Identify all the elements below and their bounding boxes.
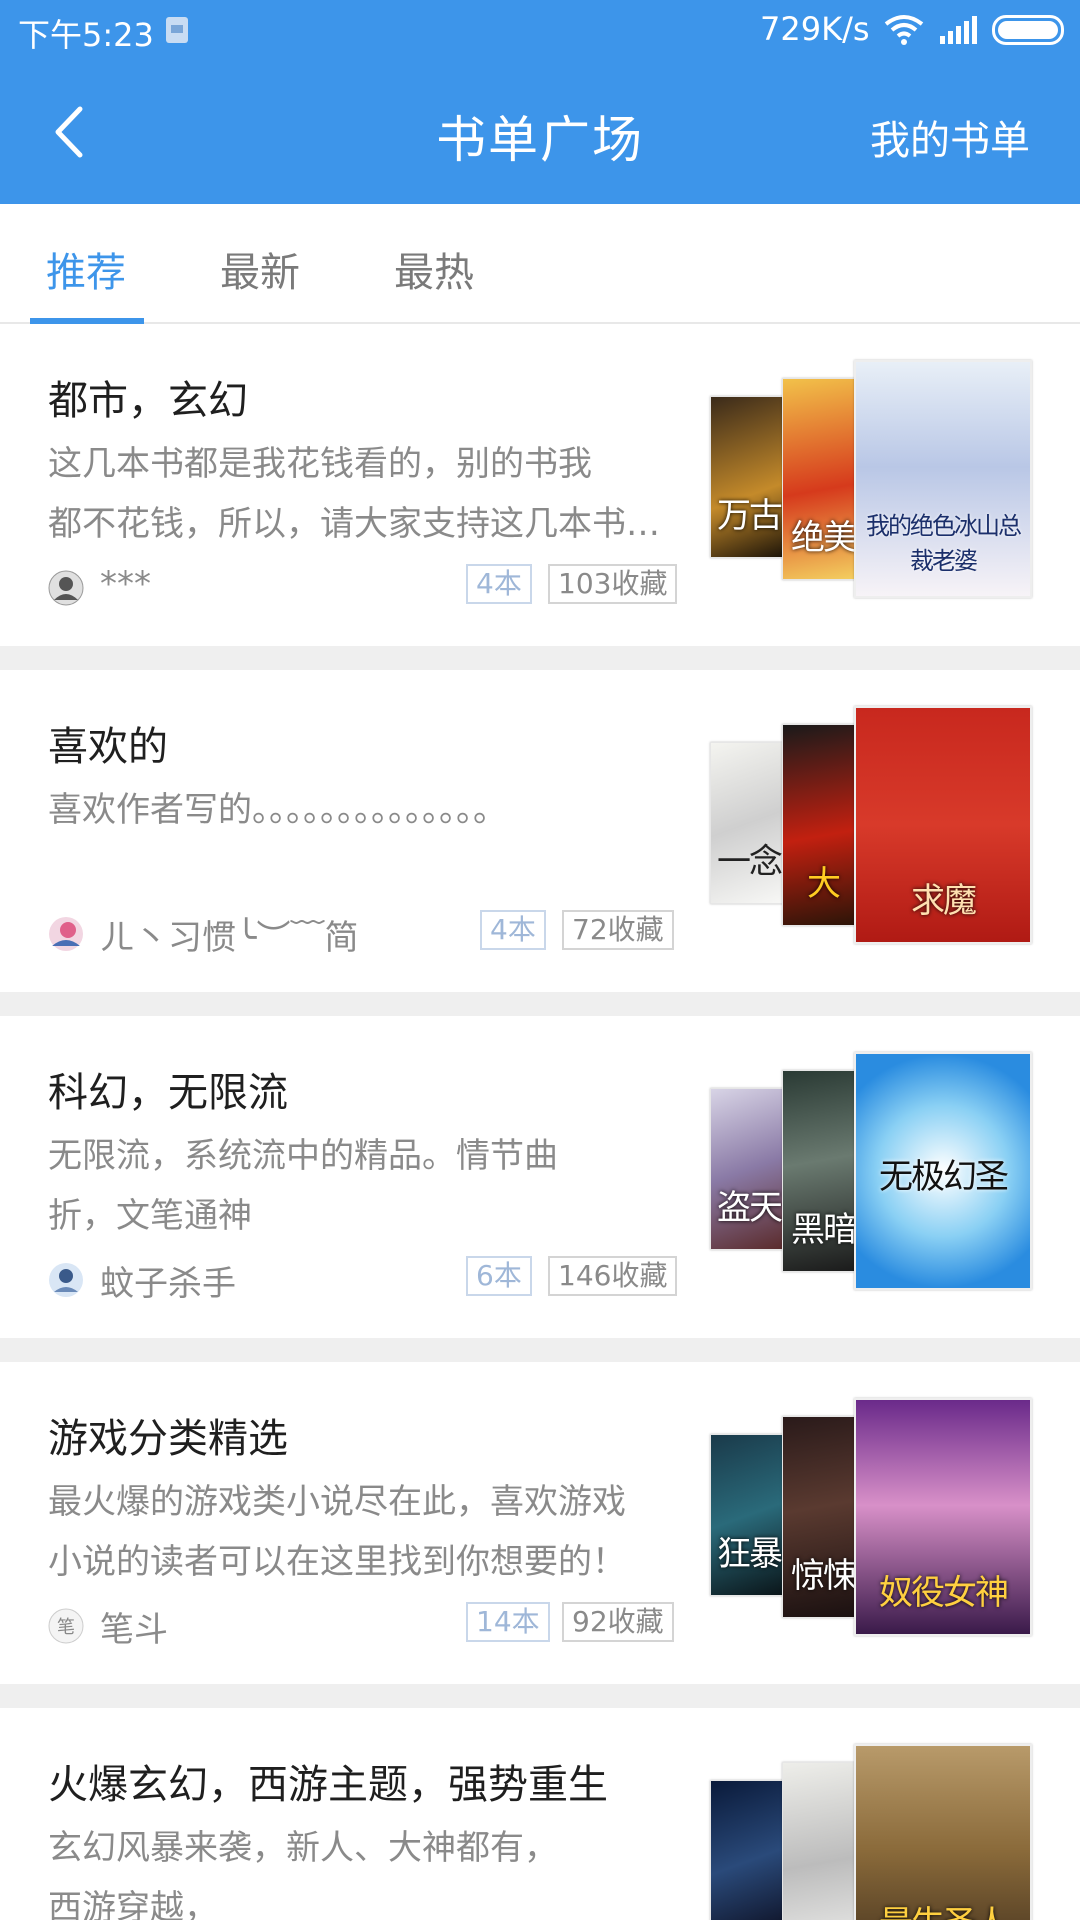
- booklist-description: 喜欢作者写的。。。。。。。。。。。。。。: [48, 790, 507, 830]
- booklist-description: 最火爆的游戏类小说尽在此，喜欢游戏 小说的读者可以在这里找到你想要的！: [48, 1482, 626, 1582]
- book-cover: [710, 1780, 788, 1920]
- tab-hottest[interactable]: 最热: [394, 240, 474, 298]
- avatar: [48, 570, 84, 606]
- book-cover: 大: [782, 724, 864, 926]
- network-speed: 729K/s: [760, 10, 870, 48]
- book-cover: 黑暗: [782, 1070, 864, 1272]
- battery-icon: [992, 15, 1064, 45]
- book-count-badge: 14本: [466, 1602, 550, 1642]
- my-booklist-button[interactable]: 我的书单: [870, 108, 1030, 166]
- tab-latest[interactable]: 最新: [220, 240, 300, 298]
- divider: [0, 646, 1080, 670]
- book-cover: 最牛圣人: [854, 1744, 1032, 1920]
- booklist-description: 无限流，系统流中的精品。情节曲 折，文笔通神: [48, 1136, 558, 1236]
- booklist-card[interactable]: 游戏分类精选 最火爆的游戏类小说尽在此，喜欢游戏 小说的读者可以在这里找到你想要…: [0, 1362, 1080, 1684]
- signal-icon: [940, 16, 977, 44]
- avatar: [49, 917, 83, 951]
- author-name: 蚊子杀手: [100, 1264, 236, 1304]
- book-cover: 绝美: [782, 378, 864, 580]
- header-bar: 书单广场 我的书单: [0, 60, 1080, 204]
- favorites-badge: 92收藏: [562, 1602, 674, 1642]
- book-cover: 一念: [710, 742, 788, 904]
- book-count-badge: 4本: [480, 910, 546, 950]
- book-covers: 盗天 黑暗 无极幻圣: [710, 1052, 1032, 1290]
- avatar: [49, 1263, 83, 1297]
- favorites-badge: 146收藏: [548, 1256, 678, 1296]
- author-name: ㄦ丶习惯╰︶﹋简: [100, 918, 359, 958]
- booklist-description: 玄幻风暴来袭，新人、大神都有， 西游穿越，: [48, 1828, 558, 1920]
- booklist-title: 都市，玄幻: [48, 378, 248, 424]
- booklist-description: 这几本书都是我花钱看的，别的书我 都不花钱，所以，请大家支持这几本书…: [48, 444, 660, 544]
- booklist-card[interactable]: 都市，玄幻 这几本书都是我花钱看的，别的书我 都不花钱，所以，请大家支持这几本书…: [0, 324, 1080, 646]
- avatar: 笔: [48, 1608, 84, 1644]
- book-cover: 盗天: [710, 1088, 788, 1250]
- tab-recommended[interactable]: 推荐: [46, 240, 126, 298]
- book-cover: 无极幻圣: [854, 1052, 1032, 1290]
- status-time: 下午5:23: [18, 16, 154, 54]
- book-cover: 万古: [710, 396, 788, 558]
- divider: [0, 992, 1080, 1016]
- divider: [0, 1338, 1080, 1362]
- book-cover: 奴役女神: [854, 1398, 1032, 1636]
- svg-text:笔: 笔: [57, 1617, 75, 1638]
- book-covers: 万古 绝美 我的绝色冰山总裁老婆: [710, 360, 1032, 598]
- booklist-title: 火爆玄幻，西游主题，强势重生: [48, 1762, 608, 1808]
- book-covers: 最牛圣人: [710, 1744, 1032, 1920]
- status-bar: 下午5:23 729K/s: [0, 0, 1080, 60]
- author-name: 笔斗: [100, 1610, 168, 1650]
- favorites-badge: 72收藏: [562, 910, 674, 950]
- tab-bar: 推荐 最新 最热: [0, 204, 1080, 324]
- book-cover: 狂暴: [710, 1434, 788, 1596]
- booklist-card[interactable]: 喜欢的 喜欢作者写的。。。。。。。。。。。。。。 ㄦ丶习惯╰︶﹋简 4本 72收…: [0, 670, 1080, 992]
- booklist-title: 科幻，无限流: [48, 1070, 288, 1116]
- wifi-icon: [884, 15, 924, 45]
- book-cover: 求魔: [854, 706, 1032, 944]
- booklist-title: 游戏分类精选: [48, 1416, 288, 1462]
- book-cover: 惊悚: [782, 1416, 864, 1618]
- author-name: ***: [100, 564, 151, 604]
- notification-icon: [166, 17, 188, 43]
- booklist-card[interactable]: 科幻，无限流 无限流，系统流中的精品。情节曲 折，文笔通神 蚊子杀手 6本 14…: [0, 1016, 1080, 1338]
- book-cover: 我的绝色冰山总裁老婆: [854, 360, 1032, 598]
- book-count-badge: 4本: [466, 564, 532, 604]
- favorites-badge: 103收藏: [548, 564, 678, 604]
- book-covers: 狂暴 惊悚 奴役女神: [710, 1398, 1032, 1636]
- book-covers: 一念 大 求魔: [710, 706, 1032, 944]
- divider: [0, 1684, 1080, 1708]
- booklist-title: 喜欢的: [48, 724, 168, 770]
- book-count-badge: 6本: [466, 1256, 532, 1296]
- book-cover: [782, 1762, 864, 1920]
- booklist-card[interactable]: 火爆玄幻，西游主题，强势重生 玄幻风暴来袭，新人、大神都有， 西游穿越， 最牛圣…: [0, 1708, 1080, 1920]
